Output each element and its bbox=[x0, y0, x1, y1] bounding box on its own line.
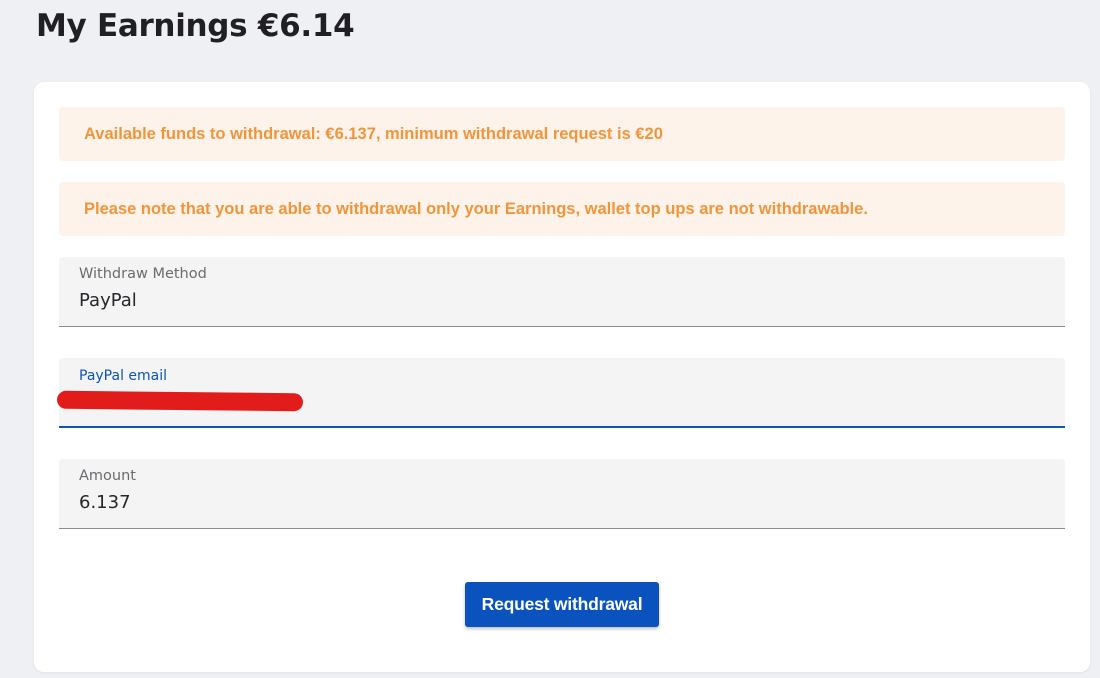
paypal-email-field[interactable]: PayPal email bbox=[56, 358, 1065, 428]
page-title: My Earnings €6.14 bbox=[36, 8, 355, 44]
paypal-email-label: PayPal email bbox=[79, 368, 168, 384]
withdrawal-note-alert: Please note that you are able to withdra… bbox=[59, 182, 1065, 236]
withdrawal-card: Available funds to withdrawal: €6.137, m… bbox=[34, 82, 1090, 672]
amount-field[interactable]: Amount bbox=[59, 459, 1065, 529]
amount-input[interactable] bbox=[79, 492, 1039, 513]
withdraw-method-value[interactable]: PayPal bbox=[79, 290, 1039, 311]
withdraw-method-select[interactable]: Withdraw Method PayPal bbox=[59, 257, 1065, 327]
available-funds-alert: Available funds to withdrawal: €6.137, m… bbox=[59, 107, 1065, 161]
request-withdrawal-button[interactable]: Request withdrawal bbox=[465, 582, 659, 627]
redaction-mark bbox=[56, 390, 304, 412]
amount-label: Amount bbox=[79, 468, 136, 484]
withdraw-method-label: Withdraw Method bbox=[79, 266, 207, 282]
